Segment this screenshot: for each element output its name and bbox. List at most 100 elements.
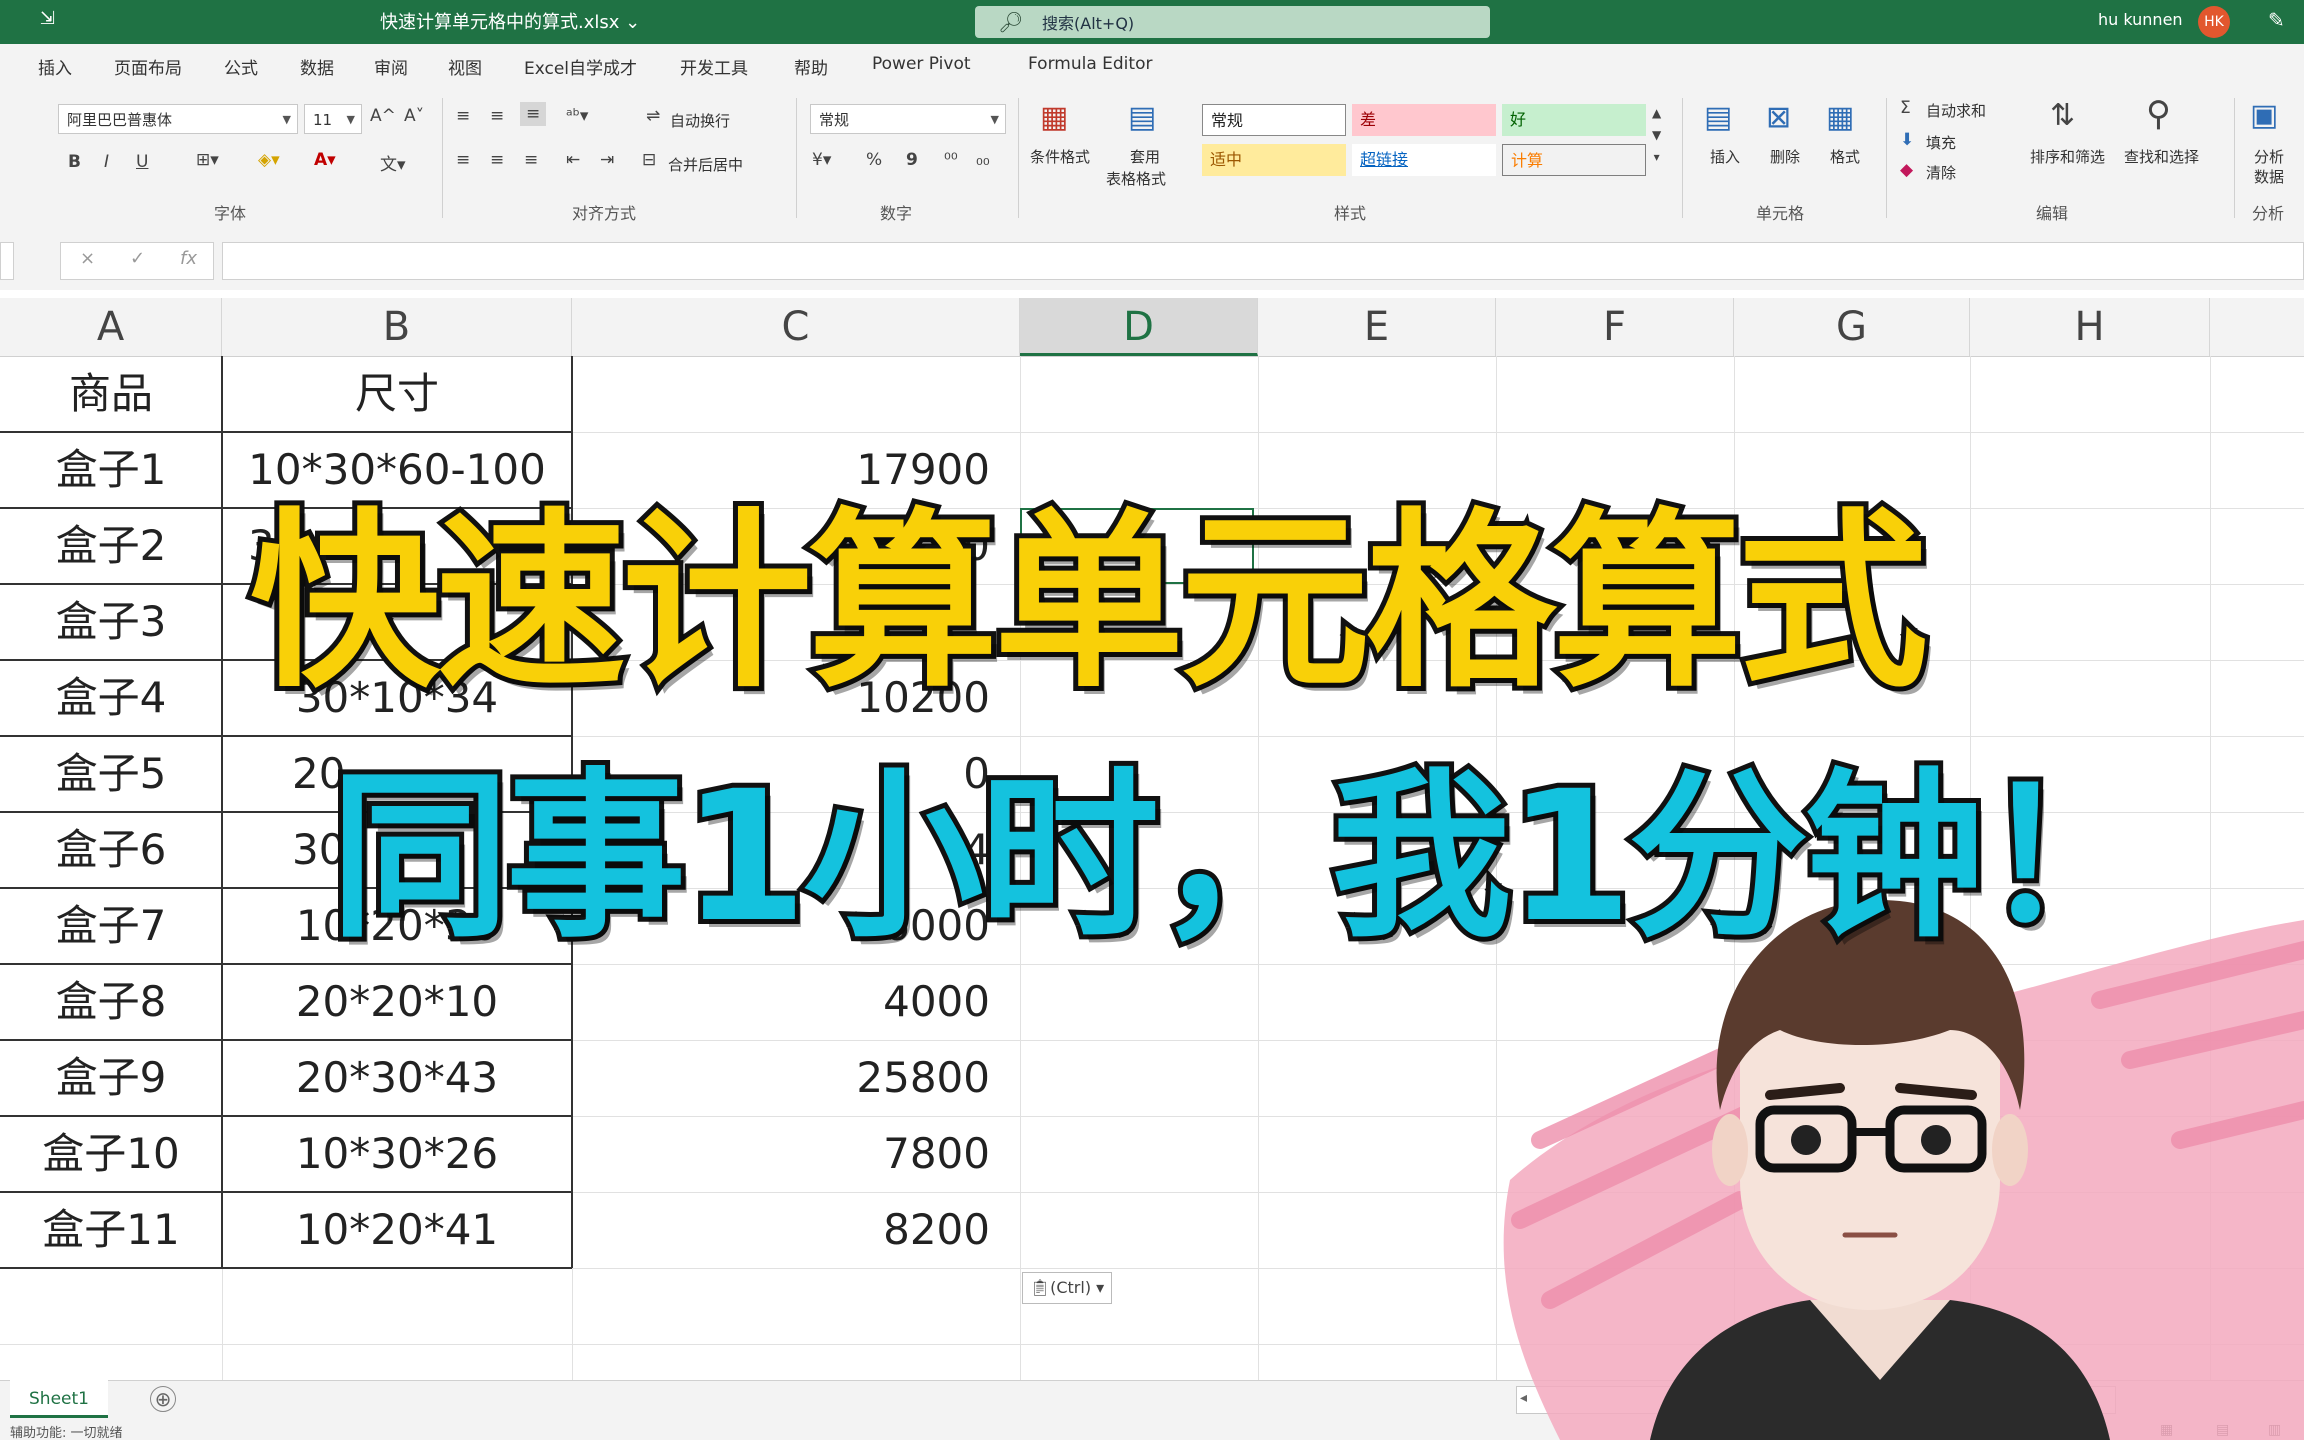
wrap-text-icon[interactable]: ⇌ — [646, 106, 660, 126]
column-header-g[interactable]: G — [1734, 298, 1970, 356]
cell-product[interactable]: 盒子7 — [0, 888, 222, 964]
table-header-size[interactable]: 尺寸 — [222, 356, 572, 432]
clear-button[interactable]: 清除 — [1926, 162, 1956, 183]
cell-product[interactable]: 盒子1 — [0, 432, 222, 508]
font-name-select[interactable]: 阿里巴巴普惠体 ▼ — [58, 104, 298, 134]
table-header-product[interactable]: 商品 — [0, 356, 222, 432]
fill-button[interactable]: 填充 — [1926, 132, 1956, 153]
tab-review[interactable]: 审阅 — [374, 54, 408, 79]
currency-icon[interactable]: ¥▾ — [812, 150, 831, 170]
tab-formula-editor[interactable]: Formula Editor — [1028, 54, 1152, 74]
sort-filter-icon[interactable]: ⇅ — [2050, 98, 2075, 133]
delete-cells-button[interactable]: 删除 — [1770, 146, 1800, 167]
insert-cells-button[interactable]: 插入 — [1710, 146, 1740, 167]
fill-color-icon[interactable]: ◈▾ — [258, 150, 280, 170]
style-normal[interactable]: 常规 — [1202, 104, 1346, 136]
cell-product[interactable]: 盒子11 — [0, 1192, 222, 1268]
window-title[interactable]: 快速计算单元格中的算式.xlsx ⌄ — [380, 8, 640, 34]
sheet-tab[interactable]: Sheet1 — [10, 1380, 108, 1418]
insert-cells-icon[interactable]: ▤ — [1704, 100, 1732, 135]
enter-icon[interactable]: ✓ — [130, 248, 145, 269]
align-bottom-icon[interactable]: ≡ — [520, 102, 547, 126]
align-center-icon[interactable]: ≡ — [490, 150, 504, 170]
decrease-indent-icon[interactable]: ⇤ — [566, 150, 580, 170]
clear-icon[interactable]: ◆ — [1900, 160, 1913, 180]
formula-input[interactable] — [222, 242, 2304, 280]
analyze-data-label-2[interactable]: 数据 — [2254, 166, 2284, 187]
font-size-select[interactable]: 11 ▼ — [304, 104, 362, 134]
tab-developer[interactable]: 开发工具 — [680, 54, 748, 79]
search-icon[interactable]: 🔎︎ — [998, 10, 1023, 34]
format-cells-icon[interactable]: ▦ — [1826, 100, 1854, 135]
pen-icon[interactable]: ✎ — [2268, 8, 2285, 32]
cell-product[interactable]: 盒子10 — [0, 1116, 222, 1192]
cell-result[interactable]: 25800 — [572, 1040, 1012, 1116]
align-top-icon[interactable]: ≡ — [456, 106, 470, 126]
cell-size[interactable]: 10*30*26 — [222, 1116, 572, 1192]
column-header-c[interactable]: C — [572, 298, 1020, 356]
autosum-button[interactable]: 自动求和 — [1926, 100, 1986, 121]
underline-button[interactable]: U — [136, 152, 148, 172]
percent-button[interactable]: % — [866, 150, 882, 170]
align-middle-icon[interactable]: ≡ — [490, 106, 504, 126]
column-header-d[interactable]: D — [1020, 298, 1258, 356]
cancel-icon[interactable]: × — [80, 248, 95, 269]
comma-button[interactable]: 9 — [906, 150, 918, 170]
find-select-icon[interactable]: ⚲ — [2146, 94, 2171, 134]
cell-product[interactable]: 盒子6 — [0, 812, 222, 888]
style-bad[interactable]: 差 — [1352, 104, 1496, 136]
number-format-select[interactable]: 常规 ▼ — [810, 104, 1006, 134]
add-sheet-icon[interactable]: ⊕ — [150, 1386, 176, 1412]
cell-result[interactable]: 8200 — [572, 1192, 1012, 1268]
search-input[interactable]: 搜索(Alt+Q) — [1042, 10, 1134, 34]
cell-product[interactable]: 盒子9 — [0, 1040, 222, 1116]
analyze-data-label-1[interactable]: 分析 — [2254, 146, 2284, 167]
cell-product[interactable]: 盒子2 — [0, 508, 222, 584]
decrease-decimal-icon[interactable]: ₀₀ — [976, 150, 990, 170]
column-header-f[interactable]: F — [1496, 298, 1734, 356]
tab-view[interactable]: 视图 — [448, 54, 482, 79]
column-header-b[interactable]: B — [222, 298, 572, 356]
increase-decimal-icon[interactable]: ⁰⁰ — [944, 150, 958, 170]
italic-button[interactable]: I — [104, 152, 109, 172]
format-cells-button[interactable]: 格式 — [1830, 146, 1860, 167]
merge-center-icon[interactable]: ⊟ — [642, 150, 656, 170]
quick-access-toolbar-icon[interactable]: ⇲ — [40, 8, 55, 29]
paste-options-button[interactable]: 📋︎(Ctrl) ▾ — [1022, 1272, 1112, 1304]
tab-formulas[interactable]: 公式 — [224, 54, 258, 79]
cell-size[interactable]: 20*20*10 — [222, 964, 572, 1040]
increase-indent-icon[interactable]: ⇥ — [600, 150, 614, 170]
fill-icon[interactable]: ⬇ — [1900, 130, 1914, 150]
styles-scroll-icon[interactable]: ▲ ▼ ▾ — [1652, 102, 1661, 168]
tab-help[interactable]: 帮助 — [794, 54, 828, 79]
cell-result[interactable]: 7800 — [572, 1116, 1012, 1192]
tab-insert[interactable]: 插入 — [38, 54, 72, 79]
column-header-h[interactable]: H — [1970, 298, 2210, 356]
user-name[interactable]: hu kunnen — [2098, 10, 2183, 29]
font-color-icon[interactable]: A▾ — [314, 150, 336, 170]
find-select-button[interactable]: 查找和选择 — [2124, 146, 2199, 167]
autosum-icon[interactable]: Σ — [1900, 98, 1911, 118]
style-hyperlink[interactable]: 超链接 — [1352, 144, 1496, 176]
wrap-text-button[interactable]: 自动换行 — [670, 110, 730, 131]
column-header-a[interactable]: A — [0, 298, 222, 356]
cell-product[interactable]: 盒子4 — [0, 660, 222, 736]
format-as-table-label-1[interactable]: 套用 — [1130, 146, 1160, 167]
grow-font-button[interactable]: A^ — [370, 106, 396, 126]
delete-cells-icon[interactable]: ⊠ — [1766, 100, 1791, 135]
cell-product[interactable]: 盒子3 — [0, 584, 222, 660]
phonetic-icon[interactable]: 文▾ — [380, 150, 406, 175]
tab-excel-self-study[interactable]: Excel自学成才 — [524, 54, 637, 79]
name-box[interactable] — [0, 242, 14, 280]
tab-power-pivot[interactable]: Power Pivot — [872, 54, 971, 74]
merge-center-button[interactable]: 合并后居中 — [668, 154, 743, 175]
tab-page-layout[interactable]: 页面布局 — [114, 54, 182, 79]
conditional-format-button[interactable]: 条件格式 — [1030, 146, 1090, 167]
conditional-format-icon[interactable]: ▦ — [1040, 100, 1068, 135]
style-calculation[interactable]: 计算 — [1502, 144, 1646, 176]
sort-filter-button[interactable]: 排序和筛选 — [2030, 146, 2105, 167]
format-as-table-icon[interactable]: ▤ — [1128, 100, 1156, 135]
tab-data[interactable]: 数据 — [300, 54, 334, 79]
avatar[interactable]: HK — [2198, 6, 2230, 38]
cell-size[interactable]: 20*30*43 — [222, 1040, 572, 1116]
